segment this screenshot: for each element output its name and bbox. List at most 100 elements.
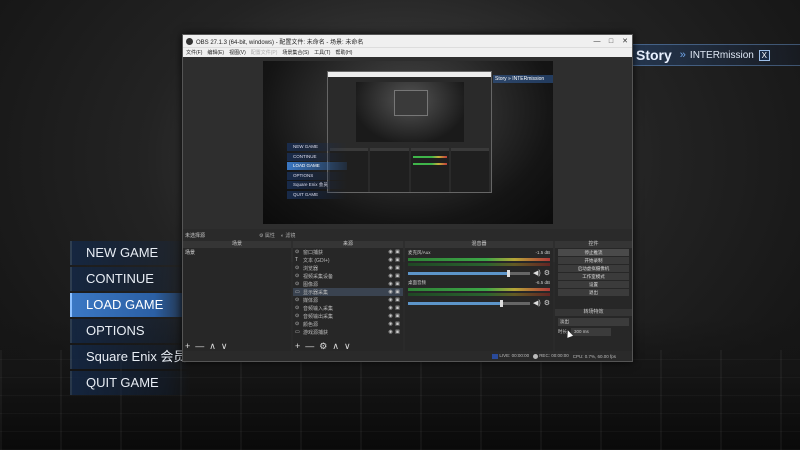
menu-item-quit-game[interactable]: QUIT GAME [70, 371, 190, 395]
source-item[interactable]: ⊙ 音频输入采集 ◉ ▣ [293, 304, 403, 312]
transitions-header: 转场特效 [555, 309, 632, 316]
obs-window-title: OBS 27.1.3 (64-bit, windows) - 配置文件: 未命名… [196, 39, 364, 46]
properties-button[interactable]: ⚙ 属性 [259, 232, 275, 239]
eye-icon[interactable]: ◉ [387, 329, 394, 335]
speaker-icon[interactable]: ◀) [533, 299, 541, 307]
nested-dock [410, 148, 449, 192]
exit-button[interactable]: 退出 [558, 289, 629, 296]
stop-streaming-button[interactable]: 停止推流 [558, 249, 629, 256]
volume-fader[interactable] [408, 269, 530, 277]
lock-icon[interactable]: ▣ [394, 273, 401, 279]
source-item[interactable]: ⊙ 视频采集设备 ◉ ▣ [293, 272, 403, 280]
source-item-selected[interactable]: ▭ 显示器采集 ◉ ▣ [293, 288, 403, 296]
lock-icon[interactable]: ▣ [394, 249, 401, 255]
nested-meter [412, 163, 447, 165]
move-down-button[interactable]: ∨ [344, 341, 351, 351]
lock-icon[interactable]: ▣ [394, 257, 401, 263]
eye-icon[interactable]: ◉ [387, 289, 394, 295]
nested-titlebar [328, 72, 491, 77]
nested-story-banner: Story » INTERmission [493, 75, 553, 83]
live-icon [492, 353, 499, 359]
filters-button[interactable]: ◐ 滤镜 [281, 232, 295, 239]
add-source-button[interactable]: + [295, 341, 300, 351]
eye-icon[interactable]: ◉ [387, 313, 394, 319]
source-item[interactable]: ⊙ 浏览器 ◉ ▣ [293, 264, 403, 272]
eye-icon[interactable]: ◉ [387, 273, 394, 279]
source-item[interactable]: ⊙ 音频输出采集 ◉ ▣ [293, 312, 403, 320]
minimize-button[interactable]: — [590, 38, 604, 45]
text-source-icon: T [295, 257, 299, 263]
gear-icon[interactable]: ⚙ [544, 269, 550, 277]
move-up-button[interactable]: ∧ [209, 341, 216, 351]
transition-select[interactable]: 淡出 [558, 318, 629, 326]
menu-item-continue[interactable]: CONTINUE [70, 267, 190, 291]
gear-icon[interactable]: ⚙ [544, 299, 550, 307]
source-type-icon: ⊙ [295, 313, 300, 319]
volume-meter [408, 258, 550, 261]
scene-item[interactable]: 场景 [183, 248, 291, 256]
menu-item-square-enix-member[interactable]: Square Enix 会员 [70, 345, 190, 369]
mini-menu-item: NEW GAME [287, 143, 347, 151]
eye-icon[interactable]: ◉ [387, 281, 394, 287]
nested-inner-preview [394, 90, 428, 116]
obs-preview[interactable]: Story » INTERmission NEW GAME CONTINUE L… [263, 61, 553, 224]
obs-window: OBS 27.1.3 (64-bit, windows) - 配置文件: 未命名… [182, 34, 633, 362]
live-status: LIVE: 00:00:00 [492, 353, 529, 359]
lock-icon[interactable]: ▣ [394, 329, 401, 335]
source-settings-icon[interactable]: ⚙ [319, 341, 327, 351]
lock-icon[interactable]: ▣ [394, 305, 401, 311]
eye-icon[interactable]: ◉ [387, 257, 394, 263]
eye-icon[interactable]: ◉ [387, 249, 394, 255]
lock-icon[interactable]: ▣ [394, 313, 401, 319]
source-status-bar: 未选择源 ⚙ 属性 ◐ 滤镜 [183, 229, 632, 241]
move-up-button[interactable]: ∧ [332, 341, 339, 351]
fader-knob[interactable] [507, 269, 511, 277]
menu-scene-collection[interactable]: 场景集合(S) [282, 49, 309, 56]
menu-edit[interactable]: 编辑(E) [207, 49, 224, 56]
remove-source-button[interactable]: — [305, 341, 314, 351]
lock-icon[interactable]: ▣ [394, 321, 401, 327]
source-item[interactable]: ⊙ 媒体源 ◉ ▣ [293, 296, 403, 304]
eye-icon[interactable]: ◉ [387, 297, 394, 303]
nested-dock [370, 148, 409, 192]
menu-view[interactable]: 视图(V) [229, 49, 246, 56]
source-item[interactable]: ⊙ 颜色源 ◉ ▣ [293, 320, 403, 328]
nested-dock [450, 148, 489, 192]
studio-mode-button[interactable]: 工作室模式 [558, 273, 629, 280]
close-button[interactable]: ✕ [618, 37, 632, 45]
fader-fill [408, 271, 509, 275]
add-scene-button[interactable]: + [185, 341, 190, 351]
source-name: 音频输出采集 [303, 313, 334, 320]
lock-icon[interactable]: ▣ [394, 281, 401, 287]
remove-scene-button[interactable]: — [195, 341, 204, 351]
menu-profile[interactable]: 配置文件(P) [251, 49, 278, 56]
source-item[interactable]: ⊙ 窗口捕获 ◉ ▣ [293, 248, 403, 256]
source-item[interactable]: ⊙ 图像源 ◉ ▣ [293, 280, 403, 288]
move-down-button[interactable]: ∨ [221, 341, 228, 351]
speaker-icon[interactable]: ◀) [533, 269, 541, 277]
eye-icon[interactable]: ◉ [387, 305, 394, 311]
source-name: 显示器采集 [303, 289, 329, 296]
menu-tools[interactable]: 工具(T) [314, 49, 330, 56]
source-item[interactable]: T 文本 (GDI+) ◉ ▣ [293, 256, 403, 264]
duration-input[interactable]: 300 ms [571, 328, 611, 336]
lock-icon[interactable]: ▣ [394, 297, 401, 303]
maximize-button[interactable]: □ [604, 38, 618, 45]
mini-menu-item: QUIT GAME [287, 190, 347, 199]
lock-icon[interactable]: ▣ [394, 289, 401, 295]
volume-fader[interactable] [408, 299, 530, 307]
menu-item-options[interactable]: OPTIONS [70, 319, 190, 343]
menu-file[interactable]: 文件(F) [186, 49, 202, 56]
start-recording-button[interactable]: 开始录制 [558, 257, 629, 264]
close-icon[interactable]: X [758, 49, 770, 61]
settings-button[interactable]: 设置 [558, 281, 629, 288]
menu-item-new-game[interactable]: NEW GAME [70, 241, 190, 265]
source-item[interactable]: ▭ 游戏源捕获 ◉ ▣ [293, 328, 403, 336]
eye-icon[interactable]: ◉ [387, 321, 394, 327]
menu-help[interactable]: 帮助(H) [335, 49, 352, 56]
lock-icon[interactable]: ▣ [394, 265, 401, 271]
eye-icon[interactable]: ◉ [387, 265, 394, 271]
start-virtual-camera-button[interactable]: 启动虚拟摄像机 [558, 265, 629, 272]
fader-knob[interactable] [499, 299, 503, 307]
menu-item-load-game[interactable]: LOAD GAME [70, 293, 190, 317]
